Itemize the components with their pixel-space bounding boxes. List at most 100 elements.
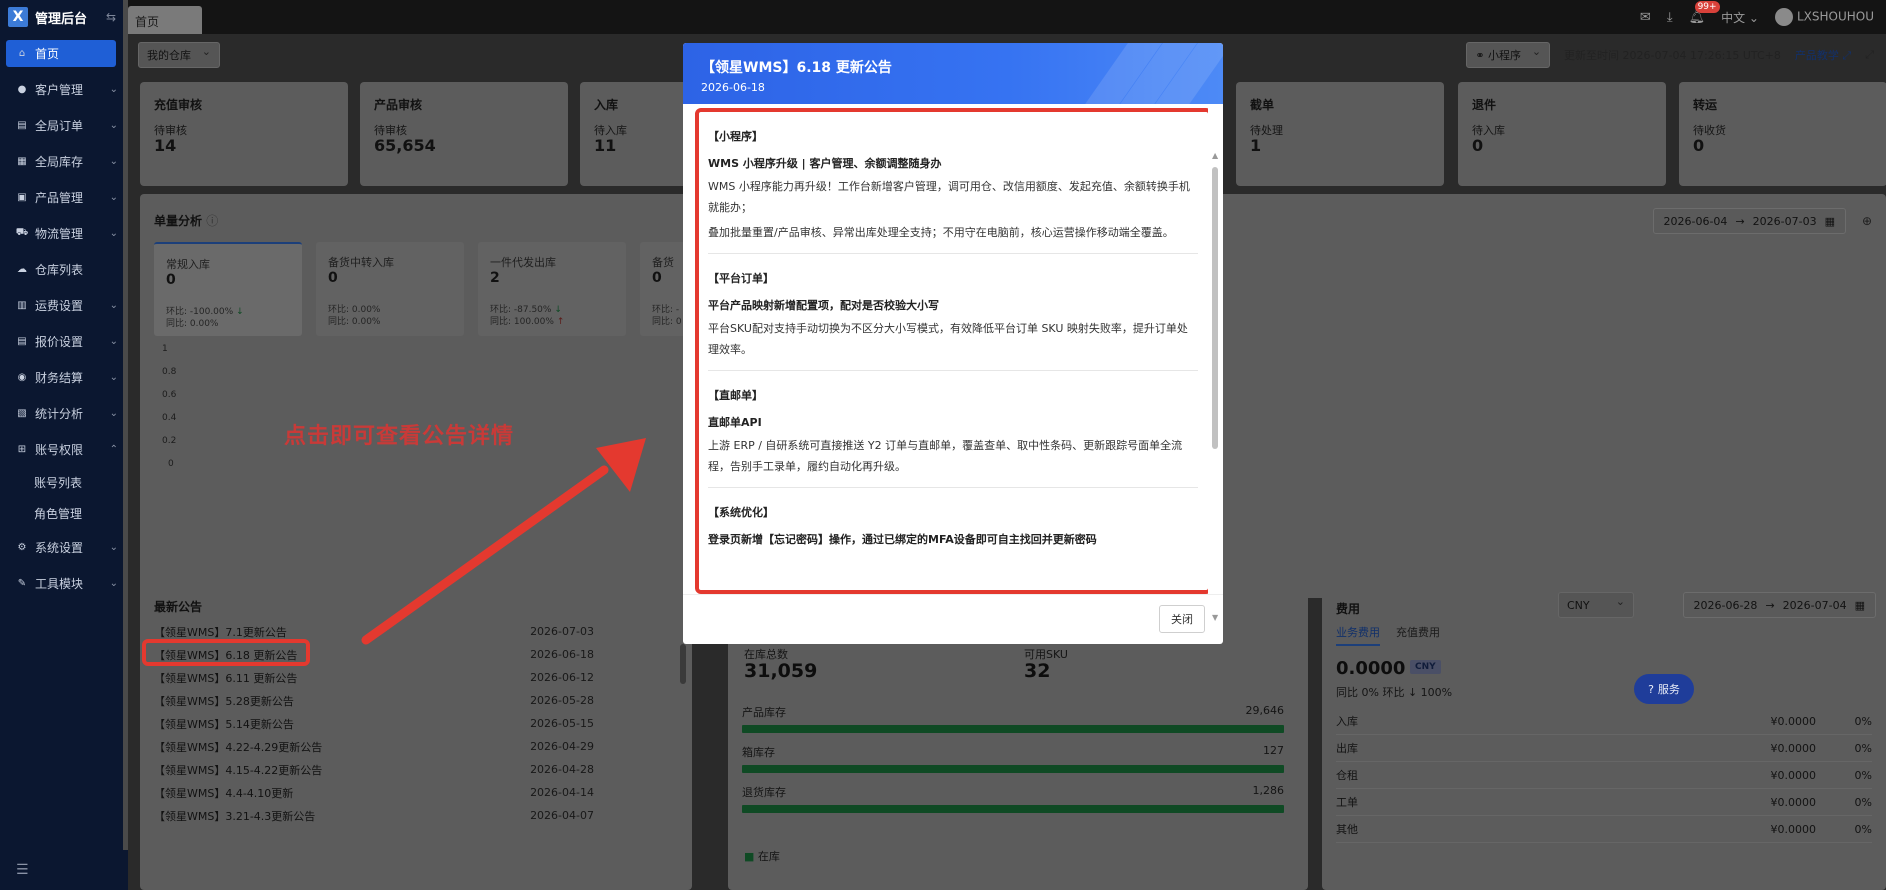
sidebar-item-customers[interactable]: ● 客户管理 ⌄ xyxy=(0,71,128,107)
sidebar-item-inventory[interactable]: ▦ 全局库存 ⌄ xyxy=(0,143,128,179)
modal-scrollbar-thumb[interactable] xyxy=(1212,167,1218,449)
announcement-modal: 【领星WMS】6.18 更新公告 2026-06-18 【小程序】 WMS 小程… xyxy=(683,43,1223,644)
sidebar-subitem-roles[interactable]: 角色管理 xyxy=(0,498,128,529)
warehouse-select[interactable]: 我的仓库 xyxy=(138,42,220,68)
legend-label: 在库 xyxy=(757,850,780,863)
section-text: 平台SKU配对支持手动切换为不区分大小写模式，有效降低平台订单 SKU 映射失败… xyxy=(708,322,1188,356)
calendar-icon: ▦ xyxy=(1824,214,1835,228)
language-select[interactable]: 中文 ⌄ xyxy=(1721,9,1759,26)
sidebar-subitem-account-list[interactable]: 账号列表 xyxy=(0,467,128,498)
stat-value: 65,654 xyxy=(374,136,436,155)
mini-label: 备货 xyxy=(652,256,674,269)
users-icon: ● xyxy=(17,83,27,95)
user-menu[interactable]: LXSHOUHOU xyxy=(1774,8,1874,26)
sidebar-item-logistics[interactable]: ⛟ 物流管理 ⌄ xyxy=(0,215,128,251)
sidebar-item-warehouses[interactable]: ☁ 仓库列表 xyxy=(0,251,128,287)
fees-panel: 费用 CNY 2026-06-28 → 2026-07-04 ▦ 业务费用 充值… xyxy=(1322,580,1886,890)
news-item[interactable]: 【领星WMS】4.4-4.10更新 2026-04-14 xyxy=(154,781,594,804)
mini-label: 常规入库 xyxy=(166,258,210,271)
sidebar-item-home[interactable]: ⌂ 首页 xyxy=(6,40,116,67)
section-heading: WMS 小程序升级 | 客户管理、余额调整随身办 xyxy=(708,157,942,170)
news-item[interactable]: 【领星WMS】5.14更新公告 2026-05-15 xyxy=(154,712,594,735)
chevron-down-icon: ⌄ xyxy=(109,299,118,311)
sidebar-item-stats[interactable]: ▧ 统计分析 ⌄ xyxy=(0,395,128,431)
teaching-label: 产品教学 xyxy=(1794,49,1839,62)
news-item[interactable]: 【领星WMS】3.21-4.3更新公告 2026-04-07 xyxy=(154,804,594,827)
tab-business-fees[interactable]: 业务费用 xyxy=(1336,624,1380,646)
fee-amount: ¥0.0000 xyxy=(1770,795,1817,809)
zoom-icon[interactable]: ⊕ xyxy=(1862,214,1872,228)
fee-pct: 0% xyxy=(1854,714,1872,728)
trend-down-icon: ↓ xyxy=(236,307,244,317)
fee-tabs: 业务费用 充值费用 xyxy=(1336,624,1440,646)
sidebar-item-products[interactable]: ▣ 产品管理 ⌄ xyxy=(0,179,128,215)
sidebar-menu: ⌂ 首页 ● 客户管理 ⌄ ▤ 全局订单 ⌄ ▦ 全局库存 ⌄ ▣ 产品管理 ⌄… xyxy=(0,40,128,601)
news-item[interactable]: 【领星WMS】4.15-4.22更新公告 2026-04-28 xyxy=(154,758,594,781)
close-button[interactable]: 关闭 xyxy=(1159,605,1205,633)
bar-value: 1,286 xyxy=(1252,784,1285,797)
news-title: 最新公告 xyxy=(154,600,203,614)
user-name: LXSHOUHOU xyxy=(1796,9,1874,24)
analysis-date-range[interactable]: 2026-06-04 → 2026-07-03 ▦ xyxy=(1652,208,1846,234)
download-icon[interactable]: ⤓ xyxy=(1667,10,1673,25)
sidebar-item-accounts[interactable]: ⊞ 账号权限 ⌃ xyxy=(0,431,128,467)
y-tick-label: 0.8 xyxy=(162,367,177,377)
news-scrollbar[interactable] xyxy=(680,644,686,684)
tab-home[interactable]: 首页 xyxy=(128,6,202,34)
table-row: 仓租 ¥0.0000 0% xyxy=(1336,762,1872,789)
fees-title: 费用 xyxy=(1336,602,1361,616)
chevron-down-icon: ⌄ xyxy=(109,119,118,131)
section-tag: 【平台订单】 xyxy=(708,272,774,285)
news-item-date: 2026-04-14 xyxy=(530,786,594,799)
sidebar-item-tools[interactable]: ✎ 工具模块 ⌄ xyxy=(0,565,128,601)
news-item-date: 2026-06-18 xyxy=(530,648,594,661)
table-row: 出库 ¥0.0000 0% xyxy=(1336,735,1872,762)
highlight-box xyxy=(142,639,310,666)
notes-section: 【小程序】 WMS 小程序升级 | 客户管理、余额调整随身办 WMS 小程序能力… xyxy=(708,126,1198,253)
news-item[interactable]: 【领星WMS】5.28更新公告 2026-05-28 xyxy=(154,689,594,712)
sidebar-item-finance[interactable]: ◉ 财务结算 ⌄ xyxy=(0,359,128,395)
fee-compare: 同比 0% 环比 ↓ 100% xyxy=(1336,686,1453,699)
avatar xyxy=(1774,8,1793,26)
stat-value: 0 xyxy=(1693,136,1705,155)
analysis-card-dropship-outbound[interactable]: 一件代发出库 2 环比: -87.50% ↓ 同比: 100.00% ↑ xyxy=(478,242,626,336)
product-teaching-link[interactable]: 产品教学 ⤢ xyxy=(1795,47,1851,63)
news-item-date: 2026-06-12 xyxy=(530,671,594,684)
bar-label: 退货库存 xyxy=(742,786,786,799)
news-item[interactable]: 【领星WMS】4.22-4.29更新公告 2026-04-29 xyxy=(154,735,594,758)
stat-card-transfer[interactable]: 转运 待收货 0 xyxy=(1679,82,1886,186)
miniprogram-select[interactable]: ⚭ 小程序 xyxy=(1466,42,1551,68)
collapse-sidebar-icon[interactable]: ⇆ xyxy=(106,10,116,24)
sidebar-item-settings[interactable]: ⚙ 系统设置 ⌄ xyxy=(0,529,128,565)
stat-card-recharge-review[interactable]: 充值审核 待审核 14 xyxy=(140,82,348,186)
sidebar-item-freight[interactable]: ▥ 运费设置 ⌄ xyxy=(0,287,128,323)
sidebar-item-quotes[interactable]: ▤ 报价设置 ⌄ xyxy=(0,323,128,359)
fullscreen-icon[interactable]: ⤢ xyxy=(1865,48,1874,62)
news-item-date: 2026-04-29 xyxy=(530,740,594,753)
release-notes: 【小程序】 WMS 小程序升级 | 客户管理、余额调整随身办 WMS 小程序能力… xyxy=(708,126,1198,562)
info-icon[interactable]: ⓘ xyxy=(206,214,218,228)
fees-date-range[interactable]: 2026-06-28 → 2026-07-04 ▦ xyxy=(1682,592,1876,618)
analysis-card-regular-inbound[interactable]: 常规入库 0 环比: -100.00% ↓ 同比: 0.00% xyxy=(154,242,302,336)
message-icon[interactable]: ✉ xyxy=(1640,10,1651,25)
analysis-title: 单量分析 ⓘ xyxy=(154,212,218,229)
section-heading: 登录页新增【忘记密码】操作，通过已绑定的MFA设备即可自主找回并更新密码 xyxy=(708,533,1097,546)
stat-card-cutoff[interactable]: 截单 待处理 1 xyxy=(1236,82,1444,186)
menu-fold-icon[interactable]: ☰ xyxy=(16,862,29,878)
stat-card-product-review[interactable]: 产品审核 待审核 65,654 xyxy=(360,82,568,186)
news-item[interactable]: 【领星WMS】6.11 更新公告 2026-06-12 xyxy=(154,666,594,689)
currency-select[interactable]: CNY xyxy=(1558,592,1634,618)
sidebar-item-orders[interactable]: ▤ 全局订单 ⌄ xyxy=(0,107,128,143)
news-item-title: 【领星WMS】4.4-4.10更新 xyxy=(154,786,294,800)
analysis-card-transfer-inbound[interactable]: 备货中转入库 0 环比: 0.00% 同比: 0.00% xyxy=(316,242,464,336)
scroll-up-icon[interactable]: ▲ xyxy=(1212,151,1218,160)
annotation-text: 点击即可查看公告详情 xyxy=(284,424,515,449)
trend-up-icon: ↑ xyxy=(556,317,565,327)
notifications[interactable]: 🔔︎ 99+ xyxy=(1689,0,1720,25)
notification-badge: 99+ xyxy=(1694,0,1720,13)
news-item-title: 【领星WMS】5.28更新公告 xyxy=(154,694,294,708)
tab-recharge-fees[interactable]: 充值费用 xyxy=(1396,624,1440,646)
service-button[interactable]: ? 服务 xyxy=(1634,674,1694,704)
sidebar-item-label: 全局库存 xyxy=(35,154,84,169)
stat-card-returns[interactable]: 退件 待入库 0 xyxy=(1458,82,1666,186)
